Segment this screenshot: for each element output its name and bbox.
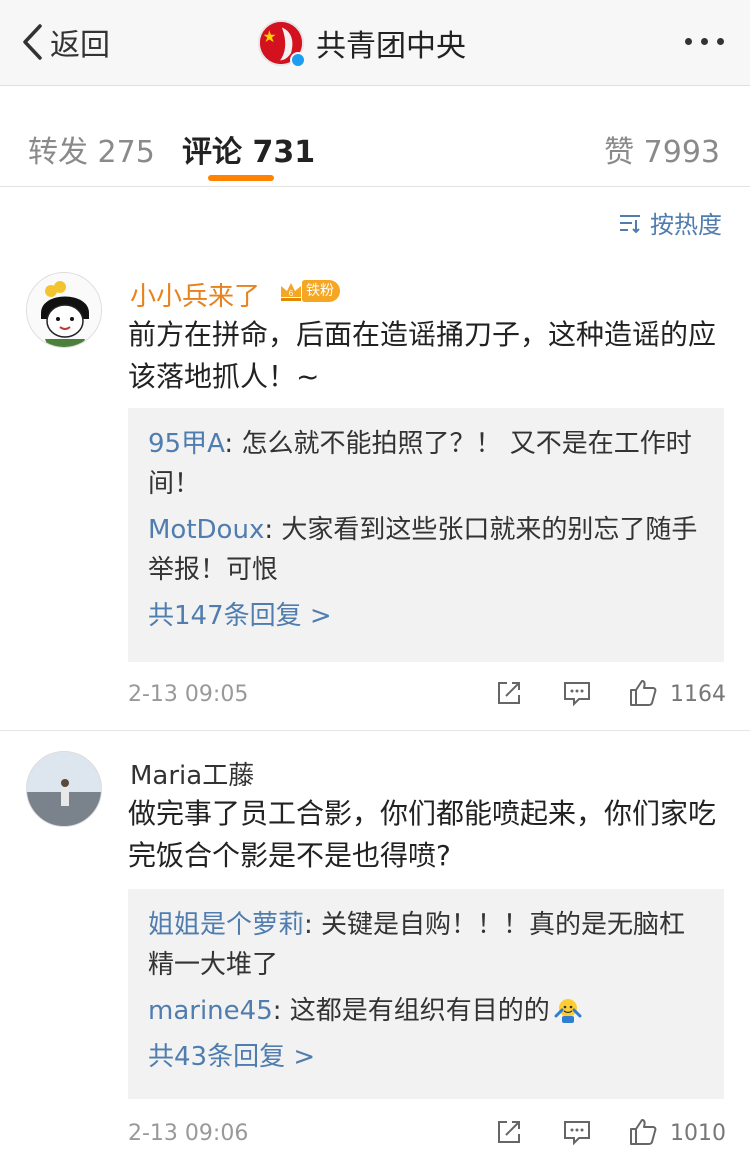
username[interactable]: Maria工藤 [130,755,254,792]
more-dot-icon [717,38,724,45]
back-label: 返回 [50,28,110,63]
comment-meta: 2-13 09:05 1164 [128,676,726,716]
fan-badge-label: 铁粉 [302,280,340,302]
fan-badge: 6 铁粉 [278,278,340,304]
more-dot-icon [701,38,708,45]
like-count: 1010 [670,1121,726,1146]
comment-icon[interactable] [562,678,592,708]
comment-item: Maria工藤 做完事了员工合影，你们都能喷起来，你们家吃完饭合个影是不是也得喷… [0,730,750,1146]
nav-bar: 返回 共青团中央 [0,0,750,86]
crown-icon: 6 [281,283,301,301]
active-tab-indicator [208,175,274,181]
sort-icon [620,214,640,233]
tab-bar: 转发 275 评论 731 赞 7993 [0,87,750,187]
reply-colon: : [304,910,322,940]
reply-item: marine45: 这都是有组织有目的的 [148,991,704,1031]
view-all-replies-link[interactable]: 共147条回复 > [148,596,704,636]
tab-comment[interactable]: 评论 731 [182,127,315,171]
comment-meta: 2-13 09:06 1010 [128,1115,726,1155]
reply-author[interactable]: 姐姐是个萝莉 [148,910,304,940]
shrug-emoji-icon [554,999,582,1023]
view-all-replies-link[interactable]: 共43条回复 > [148,1037,704,1077]
svg-text:6: 6 [289,289,294,298]
back-button[interactable]: 返回 [20,22,110,63]
sort-label: 按热度 [650,211,722,239]
more-dot-icon [685,38,692,45]
reply-colon: : [272,996,290,1026]
comment-text: 前方在拼命，后面在造谣捅刀子，这种造谣的应该落地抓人！~ [128,318,717,393]
username[interactable]: 小小兵来了 [130,276,260,313]
reply-colon: : [264,515,282,545]
verified-icon [290,52,306,68]
share-icon[interactable] [494,1117,524,1147]
avatar[interactable] [26,272,102,348]
like-count: 1164 [670,682,726,707]
page-title: 共青团中央 [316,29,466,64]
reply-text: 这都是有组织有目的的 [289,996,550,1026]
reply-box[interactable]: 95甲A: 怎么就不能拍照了？！ 又不是在工作时间！ MotDoux: 大家看到… [128,408,724,662]
sort-button[interactable]: 按热度 [618,205,722,240]
reply-author[interactable]: marine45 [148,996,273,1026]
comment-time: 2-13 09:06 [128,1121,249,1146]
chevron-left-icon [23,24,42,60]
reply-item: 姐姐是个萝莉: 关键是自购！！！真的是无脑杠精一大堆了 [148,905,704,985]
more-button[interactable] [685,38,724,45]
reply-item: 95甲A: 怎么就不能拍照了？！ 又不是在工作时间！ [148,424,704,504]
share-icon[interactable] [494,678,524,708]
reply-author[interactable]: 95甲A [148,429,224,459]
reply-item: MotDoux: 大家看到这些张口就来的别忘了随手举报！可恨 [148,510,704,590]
reply-colon: : [224,429,242,459]
comment-text: 做完事了员工合影，你们都能喷起来，你们家吃完饭合个影是不是也得喷? [128,797,717,872]
photo-avatar-icon [27,752,101,826]
comment-time: 2-13 09:05 [128,682,249,707]
tab-like[interactable]: 赞 7993 [604,127,720,171]
tab-repost[interactable]: 转发 275 [28,127,155,171]
cartoon-avatar-icon [27,273,101,347]
avatar[interactable] [26,751,102,827]
reply-box[interactable]: 姐姐是个萝莉: 关键是自购！！！真的是无脑杠精一大堆了 marine45: 这都… [128,889,724,1099]
thumbs-up-icon[interactable] [628,678,658,708]
comment-icon[interactable] [562,1117,592,1147]
reply-author[interactable]: MotDoux [148,515,264,545]
thumbs-up-icon[interactable] [628,1117,658,1147]
